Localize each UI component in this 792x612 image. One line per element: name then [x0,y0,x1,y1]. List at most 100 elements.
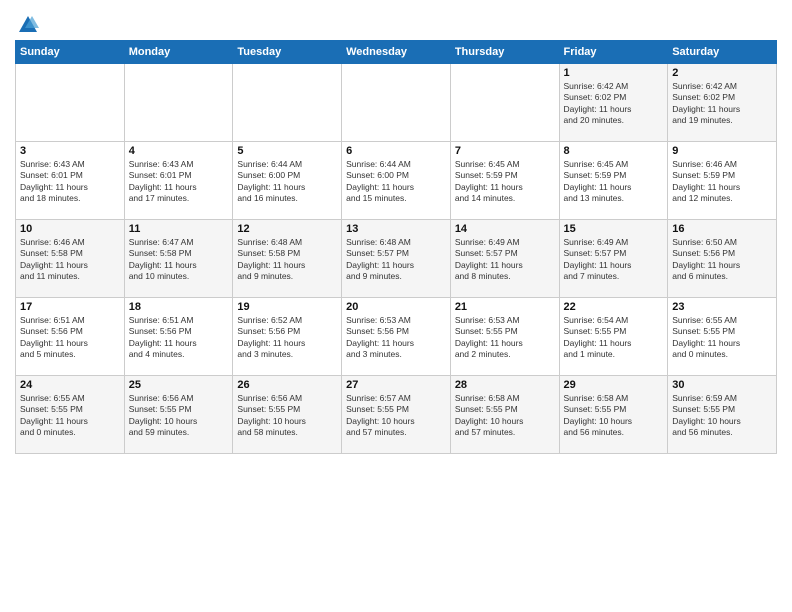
calendar-cell: 15 Sunrise: 6:49 AM Sunset: 5:57 PM Dayli… [559,220,668,298]
week-row-4: 17 Sunrise: 6:51 AM Sunset: 5:56 PM Dayli… [16,298,777,376]
calendar-cell [450,64,559,142]
col-header-wednesday: Wednesday [342,41,451,64]
day-info: Sunrise: 6:45 AM Sunset: 5:59 PM Dayligh… [455,159,555,205]
calendar-cell [342,64,451,142]
day-info: Sunrise: 6:58 AM Sunset: 5:55 PM Dayligh… [564,393,664,439]
day-info: Sunrise: 6:49 AM Sunset: 5:57 PM Dayligh… [455,237,555,283]
day-info: Sunrise: 6:56 AM Sunset: 5:55 PM Dayligh… [237,393,337,439]
calendar-cell: 24 Sunrise: 6:55 AM Sunset: 5:55 PM Dayli… [16,376,125,454]
day-number: 17 [20,301,120,313]
day-number: 8 [564,145,664,157]
day-number: 6 [346,145,446,157]
day-number: 24 [20,379,120,391]
day-number: 27 [346,379,446,391]
week-row-2: 3Sunrise: 6:43 AM Sunset: 6:01 PM Daylig… [16,142,777,220]
day-info: Sunrise: 6:44 AM Sunset: 6:00 PM Dayligh… [346,159,446,205]
day-number: 12 [237,223,337,235]
day-info: Sunrise: 6:42 AM Sunset: 6:02 PM Dayligh… [672,81,772,127]
calendar-cell: 3Sunrise: 6:43 AM Sunset: 6:01 PM Daylig… [16,142,125,220]
week-row-3: 10 Sunrise: 6:46 AM Sunset: 5:58 PM Dayli… [16,220,777,298]
calendar-cell: 16Sunrise: 6:50 AM Sunset: 5:56 PM Dayli… [668,220,777,298]
col-header-thursday: Thursday [450,41,559,64]
col-header-tuesday: Tuesday [233,41,342,64]
calendar-cell: 13Sunrise: 6:48 AM Sunset: 5:57 PM Dayli… [342,220,451,298]
day-number: 5 [237,145,337,157]
day-number: 21 [455,301,555,313]
day-info: Sunrise: 6:56 AM Sunset: 5:55 PM Dayligh… [129,393,229,439]
day-number: 13 [346,223,446,235]
day-number: 20 [346,301,446,313]
day-number: 29 [564,379,664,391]
day-info: Sunrise: 6:55 AM Sunset: 5:55 PM Dayligh… [672,315,772,361]
logo [15,14,39,34]
calendar-cell: 20 Sunrise: 6:53 AM Sunset: 5:56 PM Dayli… [342,298,451,376]
calendar-cell: 6 Sunrise: 6:44 AM Sunset: 6:00 PM Daylig… [342,142,451,220]
logo-icon [17,14,39,36]
calendar-cell: 12 Sunrise: 6:48 AM Sunset: 5:58 PM Dayli… [233,220,342,298]
calendar-cell [233,64,342,142]
calendar-cell [16,64,125,142]
calendar-table: SundayMondayTuesdayWednesdayThursdayFrid… [15,40,777,454]
calendar-cell: 18Sunrise: 6:51 AM Sunset: 5:56 PM Dayli… [124,298,233,376]
col-header-monday: Monday [124,41,233,64]
day-number: 22 [564,301,664,313]
day-number: 10 [20,223,120,235]
calendar-cell: 23Sunrise: 6:55 AM Sunset: 5:55 PM Dayli… [668,298,777,376]
day-number: 9 [672,145,772,157]
calendar-cell: 19Sunrise: 6:52 AM Sunset: 5:56 PM Dayli… [233,298,342,376]
calendar-cell: 9 Sunrise: 6:46 AM Sunset: 5:59 PM Daylig… [668,142,777,220]
col-header-friday: Friday [559,41,668,64]
day-info: Sunrise: 6:42 AM Sunset: 6:02 PM Dayligh… [564,81,664,127]
day-info: Sunrise: 6:43 AM Sunset: 6:01 PM Dayligh… [129,159,229,205]
calendar-cell: 1 Sunrise: 6:42 AM Sunset: 6:02 PM Daylig… [559,64,668,142]
col-header-saturday: Saturday [668,41,777,64]
day-info: Sunrise: 6:59 AM Sunset: 5:55 PM Dayligh… [672,393,772,439]
day-info: Sunrise: 6:45 AM Sunset: 5:59 PM Dayligh… [564,159,664,205]
day-info: Sunrise: 6:55 AM Sunset: 5:55 PM Dayligh… [20,393,120,439]
week-row-5: 24 Sunrise: 6:55 AM Sunset: 5:55 PM Dayli… [16,376,777,454]
calendar-cell: 14 Sunrise: 6:49 AM Sunset: 5:57 PM Dayli… [450,220,559,298]
calendar-cell: 8 Sunrise: 6:45 AM Sunset: 5:59 PM Daylig… [559,142,668,220]
day-info: Sunrise: 6:46 AM Sunset: 5:58 PM Dayligh… [20,237,120,283]
day-info: Sunrise: 6:43 AM Sunset: 6:01 PM Dayligh… [20,159,120,205]
calendar-cell [124,64,233,142]
calendar-cell: 27 Sunrise: 6:57 AM Sunset: 5:55 PM Dayli… [342,376,451,454]
calendar-cell: 28 Sunrise: 6:58 AM Sunset: 5:55 PM Dayli… [450,376,559,454]
day-number: 15 [564,223,664,235]
day-number: 26 [237,379,337,391]
day-info: Sunrise: 6:51 AM Sunset: 5:56 PM Dayligh… [20,315,120,361]
day-number: 18 [129,301,229,313]
calendar-cell: 21 Sunrise: 6:53 AM Sunset: 5:55 PM Dayli… [450,298,559,376]
day-info: Sunrise: 6:57 AM Sunset: 5:55 PM Dayligh… [346,393,446,439]
day-number: 30 [672,379,772,391]
day-number: 11 [129,223,229,235]
calendar-cell: 2 Sunrise: 6:42 AM Sunset: 6:02 PM Daylig… [668,64,777,142]
calendar-cell: 29 Sunrise: 6:58 AM Sunset: 5:55 PM Dayli… [559,376,668,454]
day-info: Sunrise: 6:49 AM Sunset: 5:57 PM Dayligh… [564,237,664,283]
header [15,10,777,34]
calendar-cell: 17 Sunrise: 6:51 AM Sunset: 5:56 PM Dayli… [16,298,125,376]
day-info: Sunrise: 6:46 AM Sunset: 5:59 PM Dayligh… [672,159,772,205]
day-info: Sunrise: 6:44 AM Sunset: 6:00 PM Dayligh… [237,159,337,205]
day-number: 1 [564,67,664,79]
week-row-1: 1 Sunrise: 6:42 AM Sunset: 6:02 PM Daylig… [16,64,777,142]
day-info: Sunrise: 6:53 AM Sunset: 5:55 PM Dayligh… [455,315,555,361]
day-info: Sunrise: 6:48 AM Sunset: 5:58 PM Dayligh… [237,237,337,283]
day-number: 2 [672,67,772,79]
calendar-cell: 5 Sunrise: 6:44 AM Sunset: 6:00 PM Daylig… [233,142,342,220]
day-number: 28 [455,379,555,391]
day-number: 4 [129,145,229,157]
calendar-cell: 26 Sunrise: 6:56 AM Sunset: 5:55 PM Dayli… [233,376,342,454]
calendar-cell: 10 Sunrise: 6:46 AM Sunset: 5:58 PM Dayli… [16,220,125,298]
calendar-cell: 11 Sunrise: 6:47 AM Sunset: 5:58 PM Dayli… [124,220,233,298]
calendar-cell: 7Sunrise: 6:45 AM Sunset: 5:59 PM Daylig… [450,142,559,220]
day-info: Sunrise: 6:47 AM Sunset: 5:58 PM Dayligh… [129,237,229,283]
day-info: Sunrise: 6:52 AM Sunset: 5:56 PM Dayligh… [237,315,337,361]
day-number: 16 [672,223,772,235]
calendar-cell: 4 Sunrise: 6:43 AM Sunset: 6:01 PM Daylig… [124,142,233,220]
day-number: 14 [455,223,555,235]
day-info: Sunrise: 6:58 AM Sunset: 5:55 PM Dayligh… [455,393,555,439]
col-header-sunday: Sunday [16,41,125,64]
day-info: Sunrise: 6:53 AM Sunset: 5:56 PM Dayligh… [346,315,446,361]
calendar-cell: 22Sunrise: 6:54 AM Sunset: 5:55 PM Dayli… [559,298,668,376]
